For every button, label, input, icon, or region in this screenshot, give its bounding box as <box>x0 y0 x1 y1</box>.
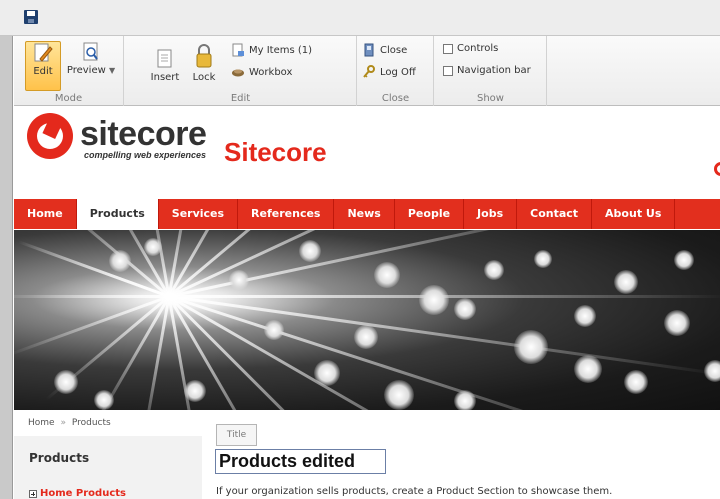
light-dot <box>624 370 648 394</box>
logo-tagline: compelling web experiences <box>84 150 207 160</box>
site-header: sitecore compelling web experiences Site… <box>14 107 720 197</box>
nav-item-services[interactable]: Services <box>159 199 239 229</box>
title-field-tag[interactable]: Title <box>216 424 257 446</box>
fiber-ray <box>14 295 170 357</box>
nav-item-products[interactable]: Products <box>76 199 159 229</box>
nav-item-news[interactable]: News <box>334 199 395 229</box>
search-icon[interactable] <box>714 162 720 176</box>
checkbox-icon <box>443 43 453 54</box>
ribbon-group-mode: Edit Preview ▼ Mode <box>14 36 124 106</box>
nav-item-contact[interactable]: Contact <box>517 199 593 229</box>
light-dot <box>384 380 414 410</box>
light-dot <box>109 250 131 272</box>
controls-checkbox[interactable]: Controls <box>443 43 498 54</box>
light-dot <box>419 285 449 315</box>
ribbon-group-show: Controls Navigation bar Show <box>435 36 547 106</box>
fiber-ray <box>168 230 370 298</box>
fiber-ray <box>139 296 171 410</box>
save-icon[interactable] <box>24 10 38 24</box>
window-frame <box>0 0 13 499</box>
light-dot <box>354 325 378 349</box>
workbox-icon <box>231 65 245 79</box>
body-text[interactable]: If your organization sells products, cre… <box>216 486 612 497</box>
light-dot <box>674 250 694 270</box>
page-heading-editable[interactable]: Products edited <box>215 449 386 474</box>
log-off-icon <box>362 65 376 79</box>
light-dot <box>454 390 476 410</box>
my-items-icon <box>231 43 245 57</box>
breadcrumb-current: Products <box>71 418 111 428</box>
nav-item-about-us[interactable]: About Us <box>592 199 676 229</box>
edit-icon <box>32 42 54 64</box>
log-off-button[interactable]: Log Off <box>362 65 416 79</box>
preview-icon <box>80 41 102 63</box>
hero-banner <box>14 230 720 410</box>
nav-item-references[interactable]: References <box>238 199 335 229</box>
group-label-close: Close <box>381 93 410 104</box>
light-dot <box>454 298 476 320</box>
light-dot <box>184 380 206 402</box>
light-dot <box>314 360 340 386</box>
light-dot <box>614 270 638 294</box>
breadcrumb-separator: » <box>60 418 66 428</box>
light-dot <box>229 270 249 290</box>
ribbon-group-close: Close Log Off Close <box>358 36 434 106</box>
title-bar <box>0 0 720 36</box>
light-dot <box>574 355 602 383</box>
chevron-down-icon: ▼ <box>108 66 116 75</box>
light-dot <box>484 260 504 280</box>
logo-wordmark: sitecore <box>80 115 207 153</box>
light-dot <box>374 262 400 288</box>
light-dot <box>514 330 548 364</box>
sidebar-item-label: Home Products <box>40 488 126 499</box>
lock-icon <box>193 42 215 70</box>
checkbox-icon <box>443 65 453 76</box>
fiber-ray <box>168 230 581 298</box>
site-title[interactable]: Sitecore <box>224 137 327 168</box>
main-nav: Home Products Services References News People… <box>14 199 720 229</box>
breadcrumb-home[interactable]: Home <box>28 418 55 428</box>
nav-item-jobs[interactable]: Jobs <box>464 199 518 229</box>
preview-label: Preview <box>66 65 106 76</box>
nav-item-people[interactable]: People <box>395 199 465 229</box>
edit-button[interactable]: Edit <box>25 41 61 91</box>
navigation-bar-checkbox[interactable]: Navigation bar <box>443 65 531 76</box>
light-dot <box>94 390 114 410</box>
breadcrumb: Home » Products <box>28 418 111 428</box>
group-label-edit: Edit <box>230 93 251 104</box>
light-dot <box>264 320 284 340</box>
group-label-show: Show <box>477 93 504 104</box>
close-button[interactable]: Close <box>362 43 407 57</box>
preview-button[interactable]: Preview ▼ <box>66 41 116 76</box>
light-dot <box>704 360 720 382</box>
nav-item-home[interactable]: Home <box>14 199 77 229</box>
light-dot <box>574 305 596 327</box>
fiber-ray <box>14 295 169 298</box>
insert-icon <box>154 48 176 70</box>
ribbon-group-edit: Insert Lock My Items (1) Workbox Edit <box>125 36 357 106</box>
insert-button[interactable]: Insert <box>147 48 183 83</box>
light-dot <box>54 370 78 394</box>
light-dot <box>534 250 552 268</box>
lock-button[interactable]: Lock <box>187 42 221 83</box>
close-icon <box>362 43 376 57</box>
light-dot <box>664 310 690 336</box>
sidebar-item-home-products[interactable]: Home Products <box>29 488 126 499</box>
my-items-button[interactable]: My Items (1) <box>231 43 312 57</box>
light-dot <box>144 238 162 256</box>
group-label-mode: Mode <box>54 93 83 104</box>
sidebar-title: Products <box>29 451 90 465</box>
sitecore-logo-icon <box>27 113 73 159</box>
light-dot <box>299 240 321 262</box>
sidebar: Products Home Products <box>14 436 202 499</box>
workbox-button[interactable]: Workbox <box>231 65 292 79</box>
expand-icon[interactable] <box>29 489 37 498</box>
ribbon: Edit Preview ▼ Mode Insert Lock My Items… <box>14 36 720 106</box>
